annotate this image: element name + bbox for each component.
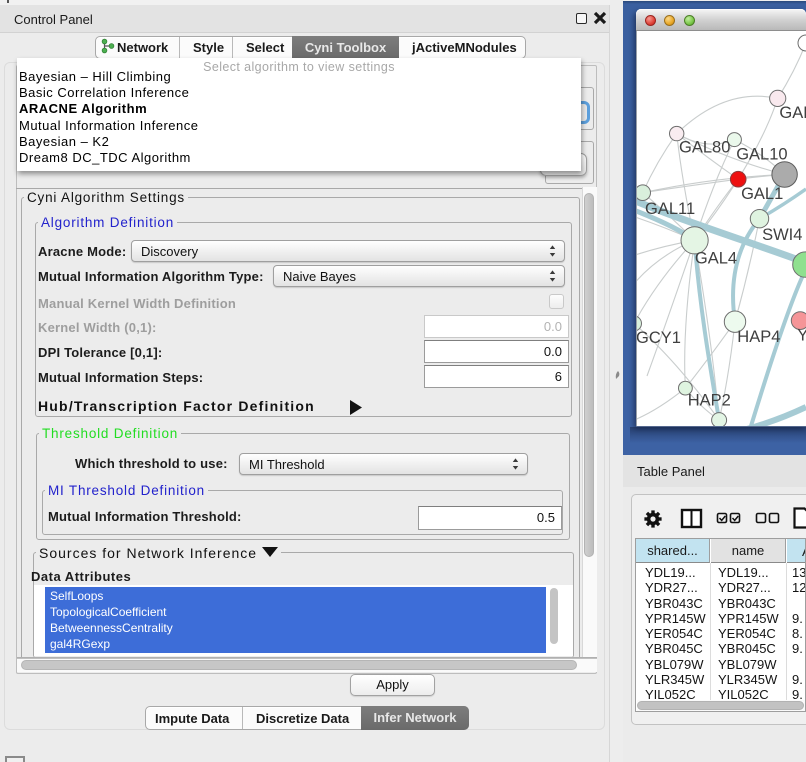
svg-text:GAL4: GAL4	[695, 250, 737, 268]
svg-text:HAP4: HAP4	[737, 328, 780, 346]
svg-text:HAP2: HAP2	[688, 392, 731, 410]
svg-text:GAL10: GAL10	[736, 146, 787, 164]
svg-text:GAL7: GAL7	[779, 104, 806, 122]
svg-text:GAL1: GAL1	[741, 185, 783, 203]
svg-text:GAL80: GAL80	[679, 139, 730, 157]
svg-text:GAL11: GAL11	[645, 200, 695, 218]
svg-text:SWI4: SWI4	[762, 226, 802, 244]
svg-text:Y: Y	[797, 327, 806, 345]
svg-text:GCY1: GCY1	[637, 329, 681, 347]
